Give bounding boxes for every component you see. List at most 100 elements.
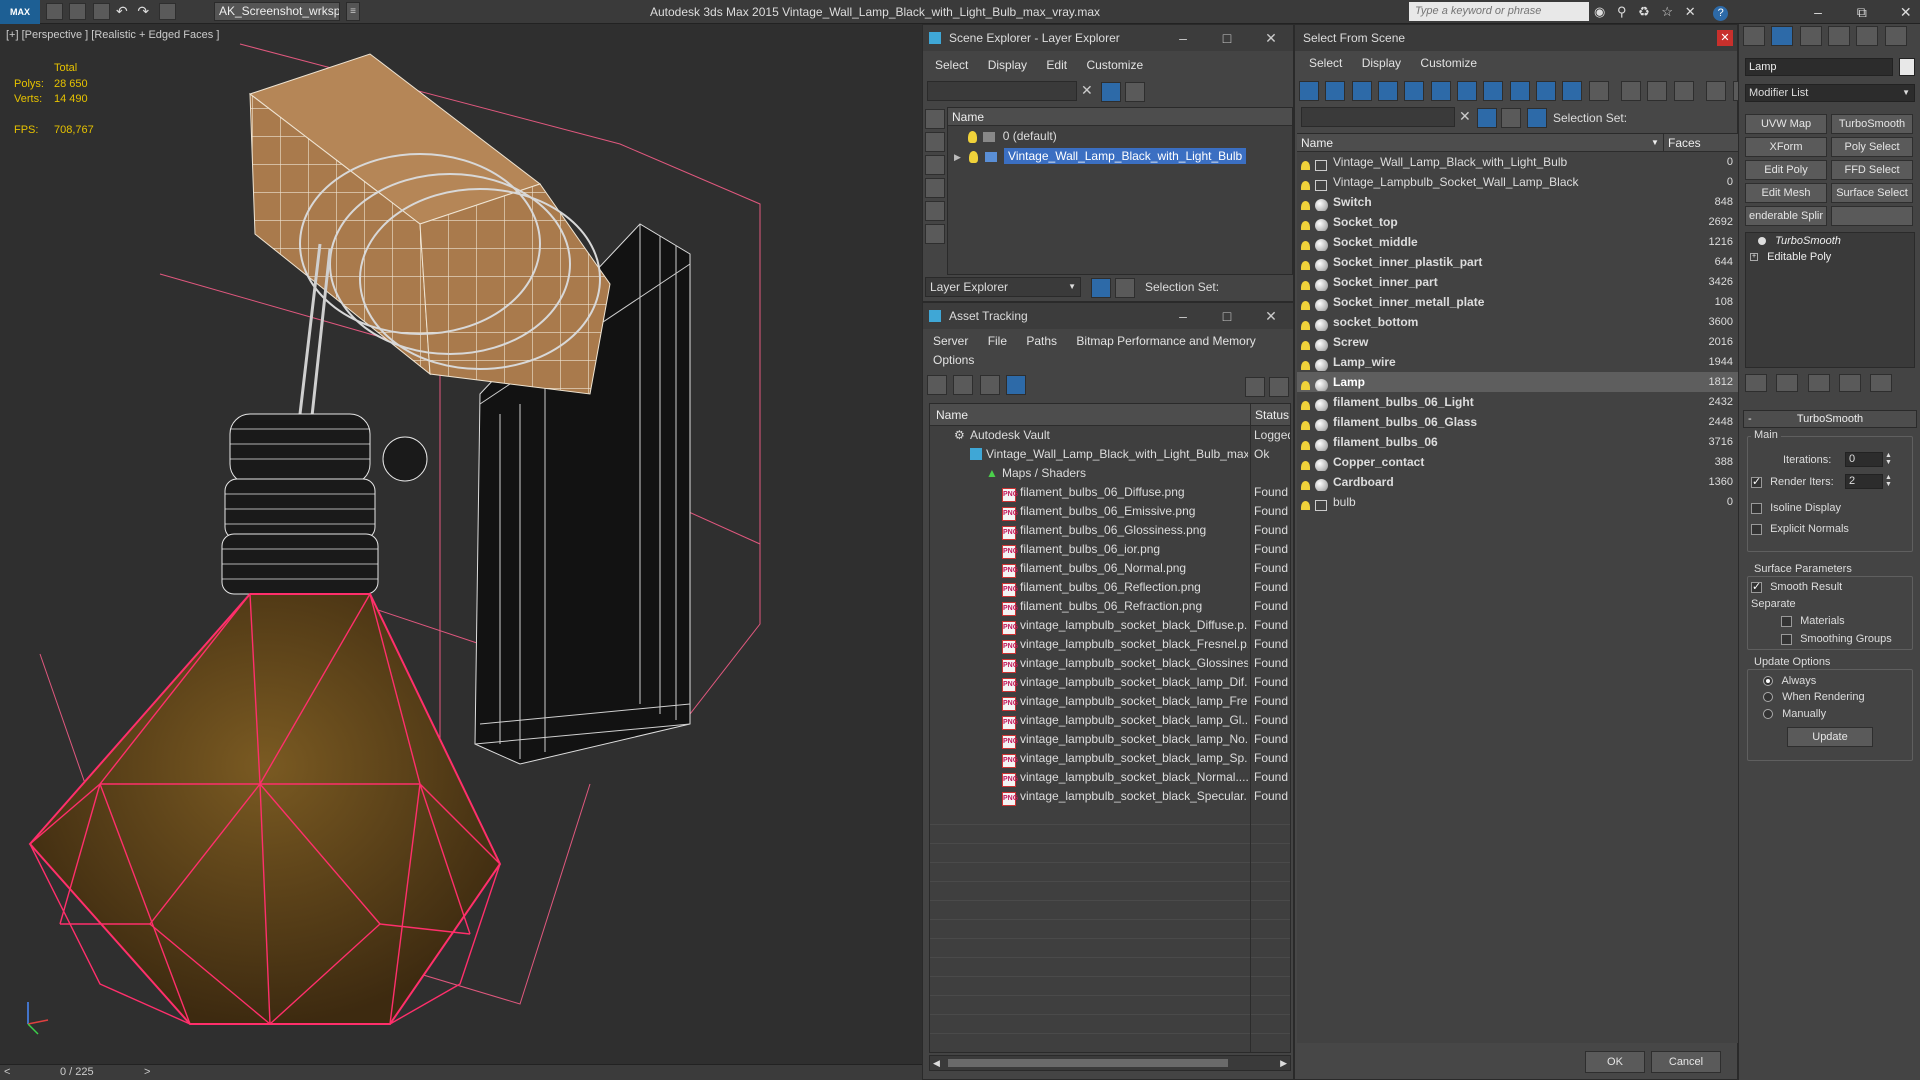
groups-filter-icon[interactable] (1457, 81, 1478, 101)
project-folder-icon[interactable] (158, 3, 176, 20)
materials-checkbox[interactable] (1781, 615, 1792, 627)
object-row[interactable]: bulb 0 (1297, 492, 1739, 512)
table-row[interactable]: PNG vintage_lampbulb_socket_black_Glossin… (930, 654, 1290, 673)
turbosmooth-rollout-header[interactable]: - TurboSmooth (1743, 410, 1917, 428)
select-none-icon[interactable] (1647, 81, 1668, 101)
menu-options[interactable]: Options (925, 350, 982, 370)
refresh-icon[interactable] (927, 375, 947, 395)
display-spacewarps-icon[interactable] (925, 224, 945, 244)
update-button[interactable]: Update (1787, 727, 1873, 747)
modifier-button[interactable]: XForm (1745, 137, 1827, 157)
show-end-result-icon[interactable] (1776, 374, 1799, 392)
column-header-status[interactable]: Status (1250, 404, 1290, 424)
menu-customize[interactable]: Customize (1412, 53, 1485, 73)
close-icon[interactable]: ✕ (1717, 30, 1733, 46)
utilities-tab-icon[interactable] (1884, 26, 1907, 46)
expand-arrow-icon[interactable]: ▶ (954, 147, 966, 166)
collapse-minus-icon[interactable]: - (1748, 411, 1752, 427)
viewport-label[interactable]: [+] [Perspective ] [Realistic + Edged Fa… (6, 29, 219, 41)
iterations-spinner[interactable]: 0 (1845, 452, 1883, 467)
spinner-arrows-icon[interactable]: ▲ ▼ (1885, 474, 1892, 488)
table-row[interactable]: Vintage_Wall_Lamp_Black_with_Light_Bulb_… (930, 445, 1290, 464)
column-header-name[interactable]: Name (936, 404, 968, 424)
light-bulb-icon[interactable] (1301, 476, 1313, 490)
scroll-left-icon[interactable]: ◀ (933, 1056, 940, 1070)
light-bulb-icon[interactable] (1301, 256, 1313, 270)
light-bulb-icon[interactable] (1301, 396, 1313, 410)
table-row[interactable]: PNG vintage_lampbulb_socket_black_Specula… (930, 787, 1290, 806)
hidden-filter-icon[interactable] (1588, 81, 1609, 101)
isoline-row[interactable]: Isoline Display (1751, 501, 1841, 515)
table-row[interactable]: PNG vintage_lampbulb_socket_black_lamp_Fr… (930, 692, 1290, 711)
clear-search-icon[interactable]: ✕ (1081, 82, 1093, 99)
undo-icon[interactable]: ↶ (116, 3, 134, 20)
shapes-filter-icon[interactable] (1325, 81, 1346, 101)
xrefs-filter-icon[interactable] (1483, 81, 1504, 101)
table-row[interactable]: ⚙ Autodesk Vault Logged (930, 426, 1290, 445)
light-bulb-icon[interactable] (1301, 416, 1313, 430)
object-row[interactable]: Socket_middle 1216 (1297, 232, 1739, 252)
favorites-star-icon[interactable]: ☆ (1661, 4, 1673, 19)
render-iters-checkbox[interactable] (1751, 475, 1762, 489)
manually-radio[interactable] (1763, 709, 1773, 720)
light-bulb-icon[interactable] (1301, 156, 1313, 170)
light-bulb-icon[interactable] (1301, 336, 1313, 350)
menu-display[interactable]: Display (980, 55, 1035, 75)
layer-row[interactable]: 0 (default) (948, 126, 1292, 146)
always-radio[interactable] (1763, 676, 1773, 687)
modifier-button[interactable]: Edit Mesh (1745, 183, 1827, 203)
table-row[interactable]: ▲ Maps / Shaders (930, 464, 1290, 483)
display-cameras-icon[interactable] (925, 178, 945, 198)
sort-arrow-icon[interactable]: ▼ (1651, 134, 1659, 151)
layer-explorer-dropdown[interactable]: Layer Explorer ▼ (925, 277, 1081, 297)
object-row[interactable]: Socket_inner_plastik_part 644 (1297, 252, 1739, 272)
save-file-icon[interactable] (92, 3, 110, 20)
expand-plus-icon[interactable]: + (1750, 253, 1758, 262)
table-row[interactable]: PNG filament_bulbs_06_Glossiness.png Found (930, 521, 1290, 540)
cancel-button[interactable]: Cancel (1651, 1051, 1721, 1073)
subscription-icon[interactable]: ♻ (1638, 4, 1650, 19)
restore-icon[interactable]: ⧉ (1842, 0, 1882, 24)
table-row[interactable]: PNG vintage_lampbulb_socket_black_Fresnel… (930, 635, 1290, 654)
object-row[interactable]: Cardboard 1360 (1297, 472, 1739, 492)
light-bulb-icon[interactable] (1301, 236, 1313, 250)
table-row[interactable]: PNG vintage_lampbulb_socket_black_Diffuse… (930, 616, 1290, 635)
sort-icon[interactable] (1125, 82, 1145, 102)
app-logo-icon[interactable]: MAX (0, 0, 40, 24)
remove-modifier-icon[interactable] (1839, 374, 1862, 392)
pin-stack-icon[interactable] (1745, 374, 1767, 392)
render-iters-spinner[interactable]: 2 (1845, 474, 1883, 489)
help-icon[interactable]: ? (1713, 6, 1729, 21)
display-lights-icon[interactable] (925, 155, 945, 175)
search-input[interactable] (1409, 2, 1589, 21)
menu-bitmap-performance[interactable]: Bitmap Performance and Memory (1068, 331, 1263, 351)
object-row[interactable]: filament_bulbs_06_Glass 2448 (1297, 412, 1739, 432)
open-file-icon[interactable] (69, 3, 87, 20)
hierarchy-icon[interactable] (1527, 108, 1547, 128)
create-tab-icon[interactable] (1743, 26, 1765, 46)
thumbnail-view-icon[interactable] (979, 375, 1000, 395)
table-row[interactable]: PNG filament_bulbs_06_ior.png Found (930, 540, 1290, 559)
object-row[interactable]: Socket_inner_part 3426 (1297, 272, 1739, 292)
light-bulb-icon[interactable] (1301, 316, 1313, 330)
spacewarps-filter-icon[interactable] (1430, 81, 1451, 101)
exchange-icon[interactable]: ✕ (1685, 4, 1696, 19)
minimize-icon[interactable]: – (1161, 303, 1205, 329)
table-row[interactable]: PNG vintage_lampbulb_socket_black_Normal.… (930, 768, 1290, 787)
redo-icon[interactable]: ↷ (137, 3, 155, 20)
object-row[interactable]: socket_bottom 3600 (1297, 312, 1739, 332)
light-bulb-icon[interactable] (1301, 496, 1313, 510)
render-iters-row[interactable]: Render Iters: (1751, 475, 1834, 489)
list-view-icon[interactable] (953, 375, 974, 395)
menu-customize[interactable]: Customize (1078, 55, 1151, 75)
light-bulb-icon[interactable] (1301, 376, 1313, 390)
perspective-viewport[interactable]: [+] [Perspective ] [Realistic + Edged Fa… (0, 24, 922, 1064)
light-bulb-icon[interactable] (1301, 216, 1313, 230)
bones-filter-icon[interactable] (1509, 81, 1530, 101)
clear-find-icon[interactable]: ✕ (1459, 108, 1471, 125)
settings-icon[interactable] (1269, 377, 1289, 397)
close-icon[interactable]: ✕ (1886, 0, 1920, 24)
lights-filter-icon[interactable] (1351, 81, 1372, 101)
table-row[interactable]: PNG filament_bulbs_06_Diffuse.png Found (930, 483, 1290, 502)
object-row[interactable]: Vintage_Lampbulb_Socket_Wall_Lamp_Black 0 (1297, 172, 1739, 192)
